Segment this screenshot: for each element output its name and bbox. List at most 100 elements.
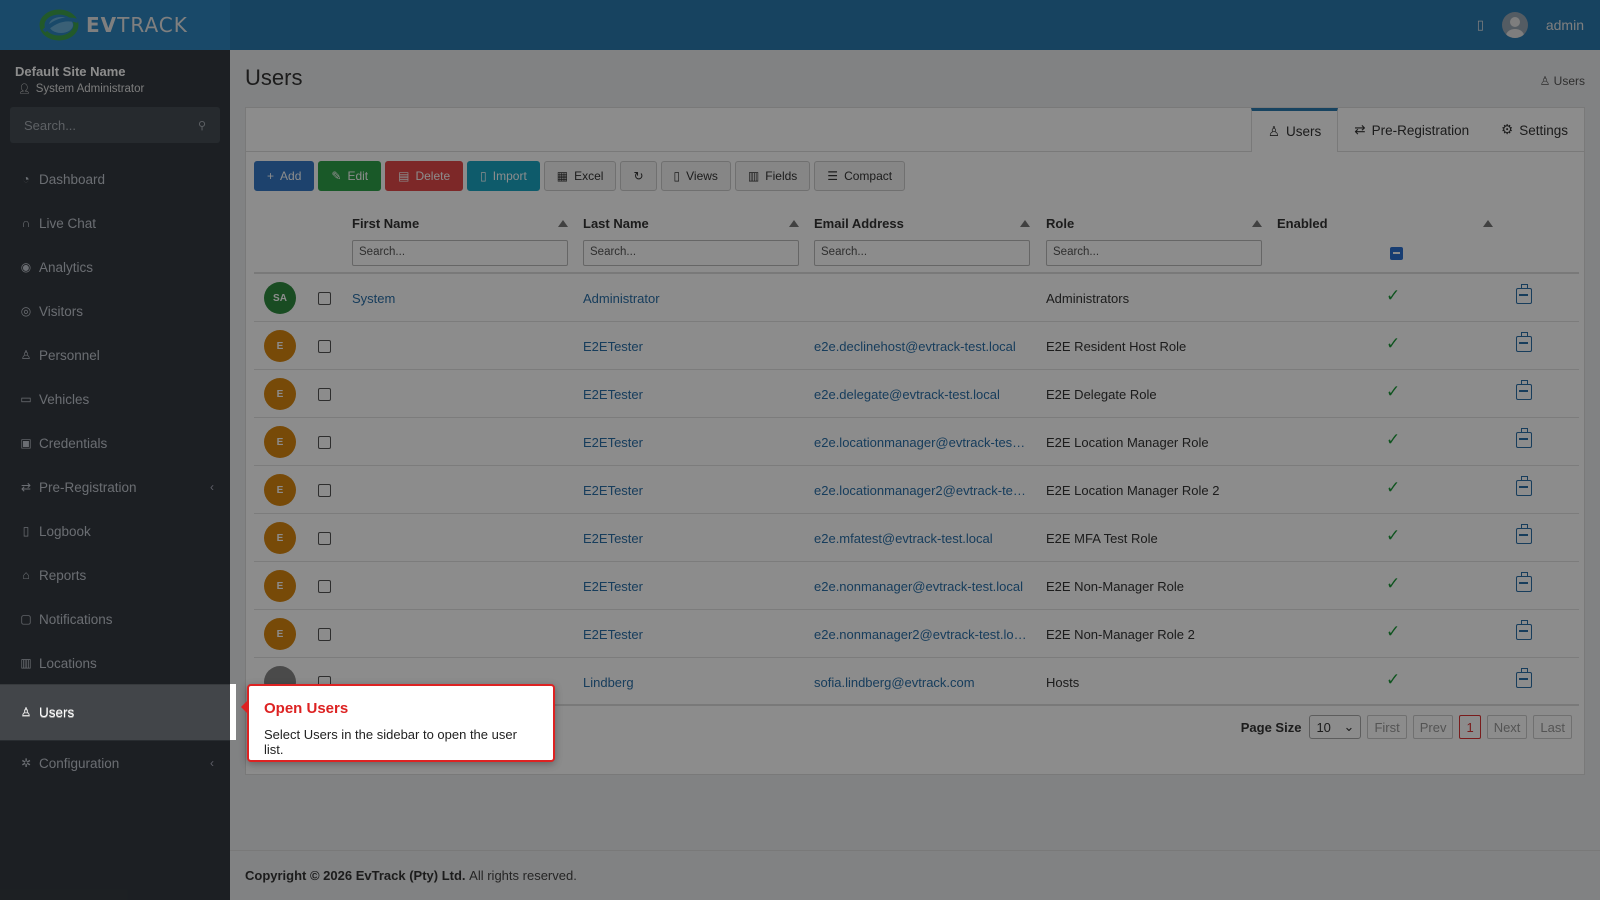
sidebar-item-dashboard[interactable]: ◔ Dashboard [0, 157, 230, 201]
sort-icon[interactable] [1020, 220, 1030, 227]
last-name-search-input[interactable]: Search... [583, 240, 799, 266]
email-cell[interactable]: e2e.mfatest@evtrack-test.local [814, 514, 1034, 562]
delete-button[interactable]: ▤ Delete [385, 161, 464, 191]
first-name-cell[interactable] [352, 514, 568, 562]
email-cell[interactable]: e2e.nonmanager@evtrack-test.local [814, 562, 1034, 610]
sidebar-item-logbook[interactable]: ▯ Logbook [0, 509, 230, 553]
sidebar-item-personnel[interactable]: ♙ Personnel [0, 333, 230, 377]
next-page-button[interactable]: Next [1486, 715, 1528, 739]
role-search-input[interactable]: Search... [1046, 240, 1262, 266]
first-name-cell[interactable] [352, 370, 568, 418]
sort-icon[interactable] [789, 220, 799, 227]
sort-icon[interactable] [1483, 220, 1493, 227]
id-badge-icon[interactable] [1516, 524, 1532, 544]
email-cell[interactable]: e2e.locationmanager@evtrack-tes… [814, 418, 1034, 466]
id-badge-icon[interactable] [1516, 332, 1532, 352]
row-checkbox[interactable] [318, 532, 331, 545]
id-badge-icon[interactable] [1516, 572, 1532, 592]
enabled-filter-checkbox[interactable] [1390, 247, 1403, 260]
sidebar-item-analytics[interactable]: ◉ Analytics [0, 245, 230, 289]
email-search-input[interactable]: Search... [814, 240, 1030, 266]
import-button[interactable]: ▯ Import [467, 161, 540, 191]
page-size-select[interactable]: 10 ⌄ [1309, 715, 1362, 739]
breadcrumb[interactable]: ♙ Users [1540, 74, 1585, 88]
tour-highlight[interactable]: ♙ Users [0, 684, 236, 740]
fields-button[interactable]: ▥ Fields [734, 161, 811, 191]
last-name-cell[interactable]: E2ETester [583, 370, 799, 418]
sidebar-item-vehicles[interactable]: ▭ Vehicles [0, 377, 230, 421]
table-row[interactable]: E E2ETester e2e.locationmanager@evtrack-… [254, 418, 1579, 466]
edit-button[interactable]: ✎ Edit [318, 161, 382, 191]
sidebar-item-pre-registration[interactable]: ⇄ Pre-Registration ‹ [0, 465, 230, 509]
table-row[interactable]: E E2ETester e2e.nonmanager2@evtrack-test… [254, 610, 1579, 658]
user-avatar[interactable] [1501, 12, 1528, 38]
last-name-cell[interactable]: E2ETester [583, 610, 799, 658]
tab-settings[interactable]: ⚙ Settings [1485, 108, 1584, 152]
last-name-cell[interactable]: E2ETester [583, 562, 799, 610]
row-checkbox[interactable] [318, 580, 331, 593]
row-checkbox[interactable] [318, 484, 331, 497]
id-badge-icon[interactable] [1516, 476, 1532, 496]
email-cell[interactable]: e2e.nonmanager2@evtrack-test.lo… [814, 610, 1034, 658]
id-badge-icon[interactable] [1516, 428, 1532, 448]
table-row[interactable]: E E2ETester e2e.declinehost@evtrack-test… [254, 322, 1579, 370]
first-name-cell[interactable] [352, 418, 568, 466]
row-checkbox[interactable] [318, 628, 331, 641]
table-row[interactable]: E E2ETester e2e.locationmanager2@evtrack… [254, 466, 1579, 514]
last-name-cell[interactable]: Lindberg [583, 658, 799, 706]
table-row[interactable]: E E2ETester e2e.nonmanager@evtrack-test.… [254, 562, 1579, 610]
user-name[interactable]: admin [1546, 17, 1584, 33]
sort-icon[interactable] [1252, 220, 1262, 227]
email-cell[interactable] [814, 274, 1034, 322]
first-name-cell[interactable] [352, 610, 568, 658]
table-row[interactable]: SA System Administrator Administrators ✓ [254, 274, 1579, 322]
column-email[interactable]: Email Address [814, 216, 1030, 231]
last-name-cell[interactable]: E2ETester [583, 466, 799, 514]
current-page-button[interactable]: 1 [1459, 715, 1481, 739]
tab-users[interactable]: ♙ Users [1250, 108, 1339, 152]
first-page-button[interactable]: First [1367, 715, 1407, 739]
prev-page-button[interactable]: Prev [1412, 715, 1454, 739]
first-name-cell[interactable]: System [352, 274, 568, 322]
last-name-cell[interactable]: E2ETester [583, 418, 799, 466]
excel-button[interactable]: ▦ Excel [543, 161, 617, 191]
tab-pre-registration[interactable]: ⇄ Pre-Registration [1338, 108, 1485, 152]
sidebar-item-live-chat[interactable]: ∩ Live Chat [0, 201, 230, 245]
row-checkbox[interactable] [318, 436, 331, 449]
company-link[interactable]: EvTrack (Pty) Ltd. [356, 868, 466, 883]
id-badge-icon[interactable] [1516, 668, 1532, 688]
row-checkbox[interactable] [318, 292, 331, 305]
sidebar-search-input[interactable]: Search... ⚲ [10, 107, 220, 143]
sidebar-item-credentials[interactable]: ▣ Credentials [0, 421, 230, 465]
id-badge-icon[interactable] [1516, 620, 1532, 640]
sort-icon[interactable] [558, 220, 568, 227]
column-role[interactable]: Role [1046, 216, 1262, 231]
sidebar-item-notifications[interactable]: ▢ Notifications [0, 597, 230, 641]
book-icon[interactable]: ▯ [1477, 17, 1484, 33]
search-icon[interactable]: ⚲ [198, 119, 206, 132]
email-cell[interactable]: e2e.declinehost@evtrack-test.local [814, 322, 1034, 370]
email-cell[interactable]: sofia.lindberg@evtrack.com [814, 658, 1034, 706]
first-name-cell[interactable] [352, 466, 568, 514]
first-name-cell[interactable] [352, 562, 568, 610]
refresh-button[interactable]: ↻ [620, 161, 657, 191]
sidebar-item-locations[interactable]: ▥ Locations [0, 641, 230, 685]
row-checkbox[interactable] [318, 340, 331, 353]
views-button[interactable]: ▯ Views [660, 161, 731, 191]
logo[interactable]: EVTRACK [0, 0, 230, 50]
row-checkbox[interactable] [318, 388, 331, 401]
sidebar-item-visitors[interactable]: ◎ Visitors [0, 289, 230, 333]
column-first-name[interactable]: First Name [352, 216, 568, 231]
add-button[interactable]: + Add [254, 161, 315, 191]
last-name-cell[interactable]: Administrator [583, 274, 799, 322]
table-row[interactable]: E E2ETester e2e.delegate@evtrack-test.lo… [254, 370, 1579, 418]
id-badge-icon[interactable] [1516, 380, 1532, 400]
email-cell[interactable]: e2e.locationmanager2@evtrack-te… [814, 466, 1034, 514]
first-name-cell[interactable] [352, 322, 568, 370]
column-enabled[interactable]: Enabled [1277, 216, 1493, 231]
compact-button[interactable]: ☰ Compact [814, 161, 906, 191]
last-page-button[interactable]: Last [1533, 715, 1572, 739]
column-last-name[interactable]: Last Name [583, 216, 799, 231]
last-name-cell[interactable]: E2ETester [583, 514, 799, 562]
sidebar-item-reports[interactable]: ⌂ Reports [0, 553, 230, 597]
